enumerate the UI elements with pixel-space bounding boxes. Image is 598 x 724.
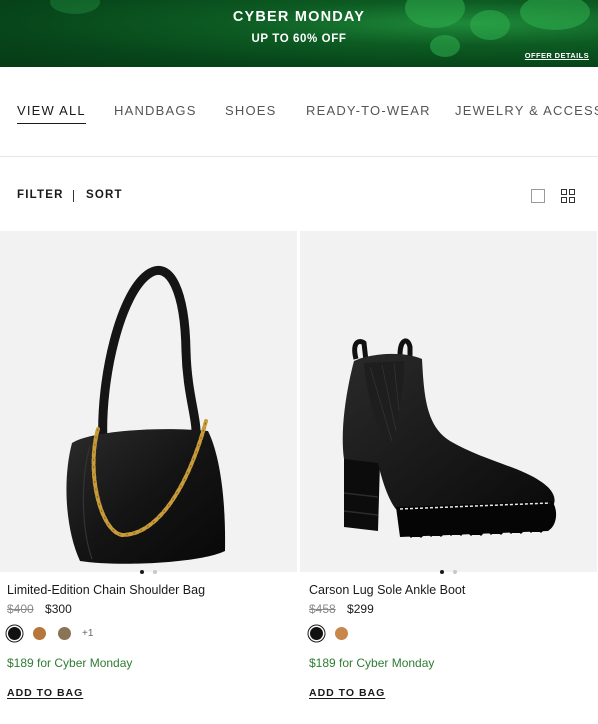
product-image[interactable]	[0, 231, 297, 572]
offer-details-link[interactable]: OFFER DETAILS	[525, 51, 589, 60]
carousel-dot[interactable]	[452, 570, 457, 574]
product-card[interactable]: Carson Lug Sole Ankle Boot $458 $299 $18…	[300, 231, 597, 724]
carousel-dot-active[interactable]	[440, 570, 445, 574]
tab-handbags[interactable]: HANDBAGS	[114, 103, 197, 118]
tab-ready-to-wear[interactable]: READY-TO-WEAR	[306, 103, 431, 118]
product-name[interactable]: Limited-Edition Chain Shoulder Bag	[7, 583, 205, 597]
carousel-dot-active[interactable]	[140, 570, 145, 574]
add-to-bag-button[interactable]: ADD TO BAG	[7, 687, 83, 699]
product-prices: $458 $299	[309, 602, 374, 616]
swatch-black[interactable]	[8, 627, 21, 640]
tab-shoes[interactable]: SHOES	[225, 103, 277, 118]
product-card[interactable]: Limited-Edition Chain Shoulder Bag $400 …	[0, 231, 297, 724]
single-view-icon[interactable]	[531, 189, 545, 203]
sale-price: $299	[347, 602, 374, 616]
filter-sort-bar: FILTER SORT	[0, 157, 598, 231]
filter-button[interactable]: FILTER	[17, 189, 64, 201]
swatch-taupe[interactable]	[58, 627, 71, 640]
swatch-black[interactable]	[310, 627, 323, 640]
original-price: $458	[309, 602, 336, 616]
tab-jewelry-accessories[interactable]: JEWELRY & ACCESS	[455, 103, 598, 118]
product-image[interactable]	[300, 231, 597, 572]
banner-title: CYBER MONDAY	[232, 9, 366, 25]
original-price: $400	[7, 602, 34, 616]
sort-button[interactable]: SORT	[86, 189, 123, 201]
grid-view-icon[interactable]	[561, 189, 575, 203]
swatch-brown[interactable]	[33, 627, 46, 640]
product-name[interactable]: Carson Lug Sole Ankle Boot	[309, 583, 465, 597]
category-tabs: VIEW ALL HANDBAGS SHOES READY-TO-WEAR JE…	[0, 67, 598, 157]
banner-subtitle: UP TO 60% OFF	[251, 33, 347, 45]
image-carousel-dots[interactable]	[0, 561, 297, 579]
swatch-tan[interactable]	[335, 627, 348, 640]
more-colors-link[interactable]: +1	[82, 628, 93, 639]
ankle-boot-image	[342, 338, 557, 539]
product-prices: $400 $300	[7, 602, 72, 616]
carousel-dot[interactable]	[152, 570, 157, 574]
tab-view-all[interactable]: VIEW ALL	[17, 103, 86, 124]
sale-price: $300	[45, 602, 72, 616]
toolbar-divider	[73, 190, 74, 202]
cyber-monday-promo: $189 for Cyber Monday	[309, 656, 435, 670]
cyber-monday-promo: $189 for Cyber Monday	[7, 656, 133, 670]
add-to-bag-button[interactable]: ADD TO BAG	[309, 687, 385, 699]
promo-banner: CYBER MONDAY UP TO 60% OFF OFFER DETAILS	[0, 0, 598, 67]
shoulder-bag-image	[66, 266, 226, 564]
image-carousel-dots[interactable]	[300, 561, 597, 579]
